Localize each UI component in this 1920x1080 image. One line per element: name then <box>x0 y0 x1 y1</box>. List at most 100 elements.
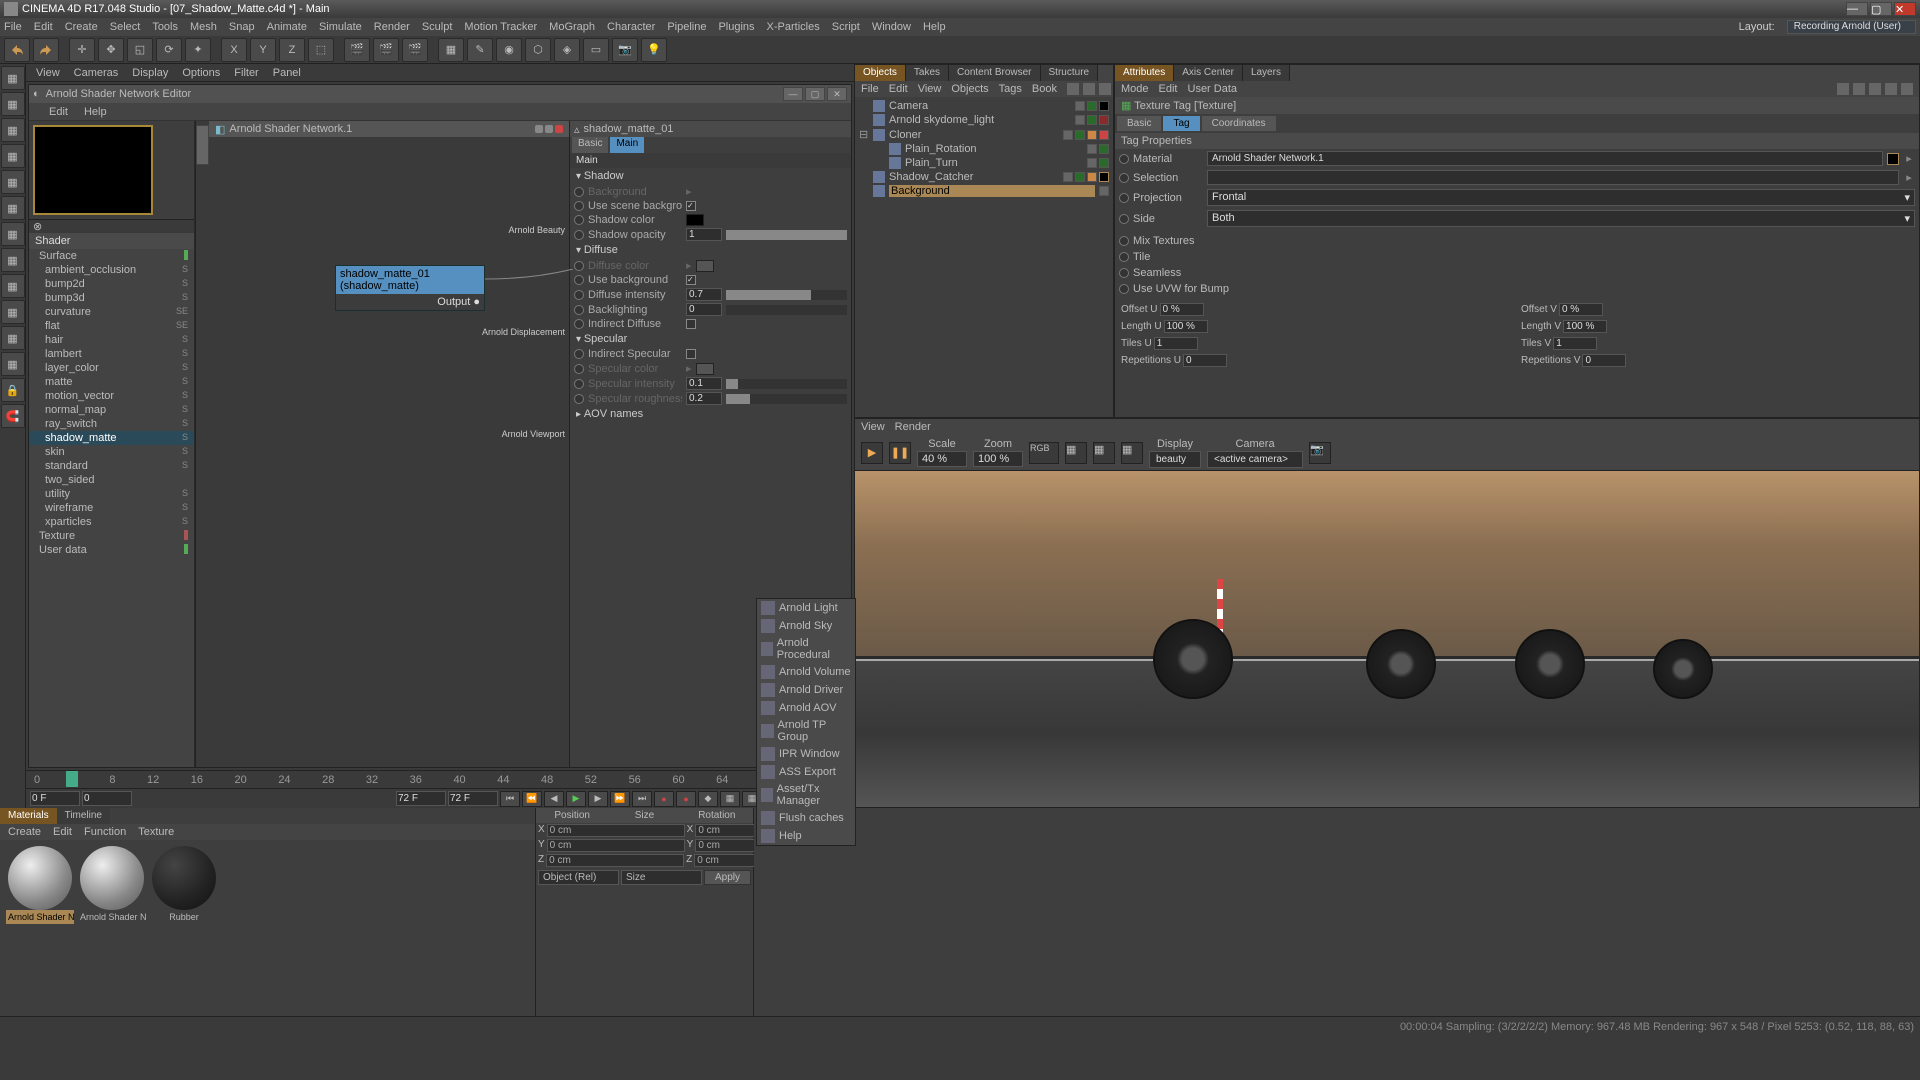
back-icon[interactable] <box>1837 83 1849 95</box>
tree-item[interactable]: two_sided <box>29 473 194 487</box>
menu-mesh[interactable]: Mesh <box>190 21 217 33</box>
node-output[interactable]: Output ● <box>336 294 484 310</box>
tree-item[interactable]: layer_colorS <box>29 361 194 375</box>
snapshot-icon[interactable]: ▦ <box>1121 442 1143 464</box>
field-zoom[interactable] <box>973 451 1023 467</box>
menu-select[interactable]: Select <box>110 21 141 33</box>
render-menu-render[interactable]: Render <box>895 421 931 433</box>
timeline-total-field[interactable] <box>396 791 446 806</box>
next-frame-icon[interactable]: ▶ <box>588 791 608 807</box>
prev-frame-icon[interactable]: ◀ <box>544 791 564 807</box>
field-diffuse-intensity[interactable] <box>686 288 722 301</box>
group-specular[interactable]: ▾ Specular <box>570 331 851 347</box>
timeline-start-field[interactable] <box>30 791 80 806</box>
object-tree[interactable]: Camera Arnold skydome_light ⊟Cloner Plai… <box>855 97 1113 200</box>
field-reps-u[interactable] <box>1183 354 1227 367</box>
tree-item[interactable]: ambient_occlusionS <box>29 263 194 277</box>
animation-mode-icon[interactable]: ▦ <box>1 274 25 298</box>
shader-preview[interactable] <box>33 125 153 215</box>
group-diffuse[interactable]: ▾ Diffuse <box>570 242 851 258</box>
goto-start-icon[interactable]: ⏮ <box>500 791 520 807</box>
field-shadow-opacity[interactable] <box>686 228 722 241</box>
obj-background[interactable]: Background <box>857 184 1111 198</box>
cube-icon[interactable]: ▦ <box>438 38 464 62</box>
slider-diffuse-intensity[interactable] <box>726 290 847 300</box>
check-use-scene-bg[interactable] <box>686 201 696 211</box>
menu-arnold-tp-group[interactable]: Arnold TP Group <box>757 717 855 745</box>
graph-tab-label[interactable]: Arnold Shader Network.1 <box>229 123 352 135</box>
field-specular-intensity[interactable] <box>686 377 722 390</box>
menu-edit[interactable]: Edit <box>34 21 53 33</box>
tree-item[interactable]: normal_mapS <box>29 403 194 417</box>
timeline-ruler[interactable]: 04812 16202428 32364044 48525660 646872 … <box>26 770 854 788</box>
tree-item[interactable]: flatSE <box>29 319 194 333</box>
material-item[interactable]: Rubber <box>150 846 218 924</box>
autokey-icon[interactable]: ● <box>676 791 696 807</box>
slider-shadow-opacity[interactable] <box>726 230 847 240</box>
menu-arnold-sky[interactable]: Arnold Sky <box>757 617 855 635</box>
tree-item[interactable]: skinS <box>29 445 194 459</box>
timeline-marker[interactable] <box>66 771 78 787</box>
shader-menu-edit[interactable]: Edit <box>49 106 68 118</box>
tree-item[interactable]: ray_switchS <box>29 417 194 431</box>
close-button[interactable]: ✕ <box>1894 2 1916 16</box>
tab-attributes[interactable]: Attributes <box>1115 65 1174 81</box>
lock-icon[interactable]: 🔒 <box>1 378 25 402</box>
shader-tree[interactable]: Surface ambient_occlusionS bump2dS bump3… <box>29 249 194 767</box>
eye-icon[interactable] <box>1083 83 1095 95</box>
undo-icon[interactable] <box>4 38 30 62</box>
lock-x-icon[interactable]: X <box>221 38 247 62</box>
lock-y-icon[interactable]: Y <box>250 38 276 62</box>
make-editable-icon[interactable]: ▦ <box>1 66 25 90</box>
fwd-icon[interactable] <box>1869 83 1881 95</box>
sculpt-mode-icon[interactable]: ▦ <box>1 300 25 324</box>
move-tool-icon[interactable]: ✥ <box>98 38 124 62</box>
tree-item[interactable]: motion_vectorS <box>29 389 194 403</box>
menu-motiontracker[interactable]: Motion Tracker <box>464 21 537 33</box>
record-icon[interactable]: ● <box>654 791 674 807</box>
sel-picker-icon[interactable]: ▸ <box>1903 171 1915 184</box>
view-menu-panel[interactable]: Panel <box>273 67 301 79</box>
props-tab-basic[interactable]: Basic <box>572 137 608 153</box>
material-item[interactable]: Arnold Shader N <box>6 846 74 924</box>
lock-z-icon[interactable]: Z <box>279 38 305 62</box>
field-offset-v[interactable] <box>1559 303 1603 316</box>
tree-userdata[interactable]: User data <box>29 543 194 557</box>
menu-mograph[interactable]: MoGraph <box>549 21 595 33</box>
menu-flush-caches[interactable]: Flush caches <box>757 809 855 827</box>
field-length-u[interactable] <box>1164 320 1208 333</box>
tree-item[interactable]: utilityS <box>29 487 194 501</box>
menu-pipeline[interactable]: Pipeline <box>667 21 706 33</box>
shader-menu-help[interactable]: Help <box>84 106 107 118</box>
tab-objects[interactable]: Objects <box>855 65 906 81</box>
snap-icon[interactable]: ▦ <box>1 326 25 350</box>
uv-mode-icon[interactable]: ▦ <box>1 248 25 272</box>
pos-y[interactable] <box>547 839 685 852</box>
magnet-icon[interactable]: 🧲 <box>1 404 25 428</box>
camera-icon[interactable]: 📷 <box>612 38 638 62</box>
rotate-tool-icon[interactable]: ⟳ <box>156 38 182 62</box>
tab-axis-center[interactable]: Axis Center <box>1174 65 1243 81</box>
group-aov[interactable]: ▸ AOV names <box>570 406 851 422</box>
port-beauty[interactable]: Arnold Beauty <box>508 225 565 235</box>
field-tiles-v[interactable] <box>1553 337 1597 350</box>
select-side[interactable]: Both▾ <box>1207 210 1915 227</box>
tab-content[interactable]: Content Browser <box>949 65 1040 81</box>
axis-mode-icon[interactable]: ▦ <box>1 222 25 246</box>
obj-plain-turn[interactable]: Plain_Turn <box>857 156 1111 170</box>
tree-item[interactable]: hairS <box>29 333 194 347</box>
tree-scrollbar[interactable] <box>195 121 209 767</box>
channel-icon[interactable]: ▦ <box>1065 442 1087 464</box>
obj-menu-tags[interactable]: Tags <box>999 83 1022 95</box>
field-offset-u[interactable] <box>1160 303 1204 316</box>
attr-menu-mode[interactable]: Mode <box>1121 83 1149 95</box>
menu-xparticles[interactable]: X-Particles <box>767 21 820 33</box>
tree-item-shadow-matte[interactable]: shadow_matteS <box>29 431 194 445</box>
menu-arnold-procedural[interactable]: Arnold Procedural <box>757 635 855 663</box>
lock-attr-icon[interactable] <box>1885 83 1897 95</box>
workplane-icon[interactable]: ▦ <box>1 352 25 376</box>
slider-backlighting[interactable] <box>726 305 847 315</box>
next-key-icon[interactable]: ⏩ <box>610 791 630 807</box>
pos-x[interactable] <box>547 824 685 837</box>
pos-z[interactable] <box>546 854 684 867</box>
